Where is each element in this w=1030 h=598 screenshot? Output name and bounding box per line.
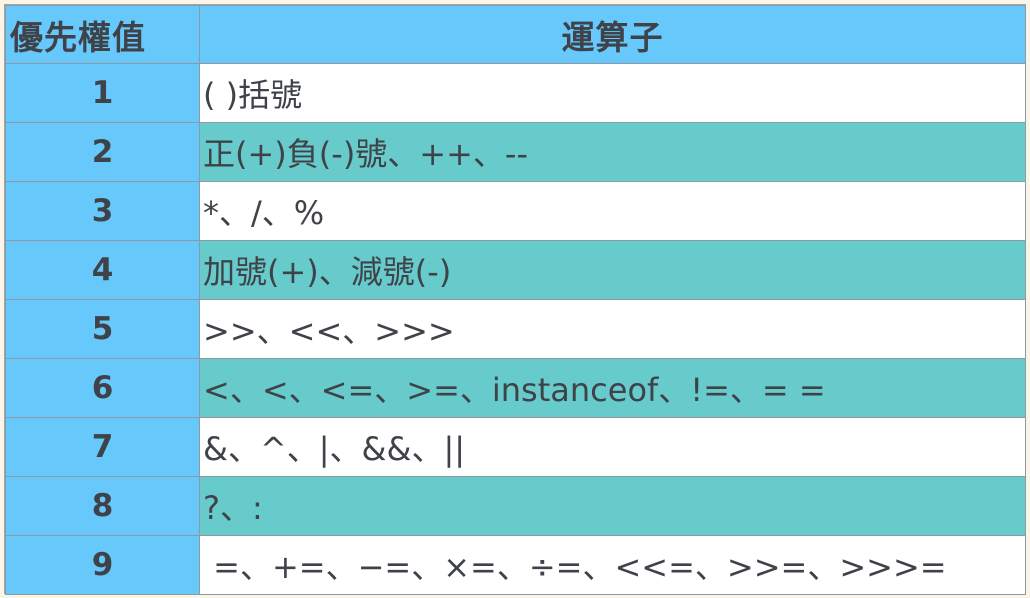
operators-cell: ?、:	[199, 476, 1026, 536]
operators-cell: <、<、<=、>=、instanceof、!=、= =	[199, 358, 1026, 418]
operator-precedence-table: 優先權值 運算子 1 ( )括號 2 正(+)負(-)號、++、-- 3 *、/…	[5, 5, 1026, 595]
operators-cell: =、+=、−=、×=、÷=、<<=、>>=、>>>=	[199, 535, 1026, 595]
table-row: 3 *、/、%	[5, 181, 1026, 241]
priority-column-header: 優先權值	[5, 5, 200, 64]
priority-cell: 2	[5, 122, 200, 182]
table-row: 7 &、^、|、&&、||	[5, 417, 1026, 477]
table-row: 1 ( )括號	[5, 63, 1026, 123]
operators-cell: *、/、%	[199, 181, 1026, 241]
priority-cell: 5	[5, 299, 200, 359]
operator-precedence-table-frame: 優先權值 運算子 1 ( )括號 2 正(+)負(-)號、++、-- 3 *、/…	[4, 4, 1026, 595]
operators-cell: >>、<<、>>>	[199, 299, 1026, 359]
priority-cell: 6	[5, 358, 200, 418]
priority-cell: 8	[5, 476, 200, 536]
operators-cell: 正(+)負(-)號、++、--	[199, 122, 1026, 182]
priority-cell: 1	[5, 63, 200, 123]
table-row: 6 <、<、<=、>=、instanceof、!=、= =	[5, 358, 1026, 418]
table-header-row: 優先權值 運算子	[5, 5, 1026, 64]
operators-cell: &、^、|、&&、||	[199, 417, 1026, 477]
table-row: 5 >>、<<、>>>	[5, 299, 1026, 359]
priority-cell: 4	[5, 240, 200, 300]
operators-cell: ( )括號	[199, 63, 1026, 123]
table-row: 8 ?、:	[5, 476, 1026, 536]
priority-cell: 3	[5, 181, 200, 241]
priority-cell: 7	[5, 417, 200, 477]
operator-column-header: 運算子	[199, 5, 1026, 64]
priority-cell: 9	[5, 535, 200, 595]
table-row: 9 =、+=、−=、×=、÷=、<<=、>>=、>>>=	[5, 535, 1026, 595]
table-row: 4 加號(+)、減號(-)	[5, 240, 1026, 300]
table-row: 2 正(+)負(-)號、++、--	[5, 122, 1026, 182]
operators-cell: 加號(+)、減號(-)	[199, 240, 1026, 300]
